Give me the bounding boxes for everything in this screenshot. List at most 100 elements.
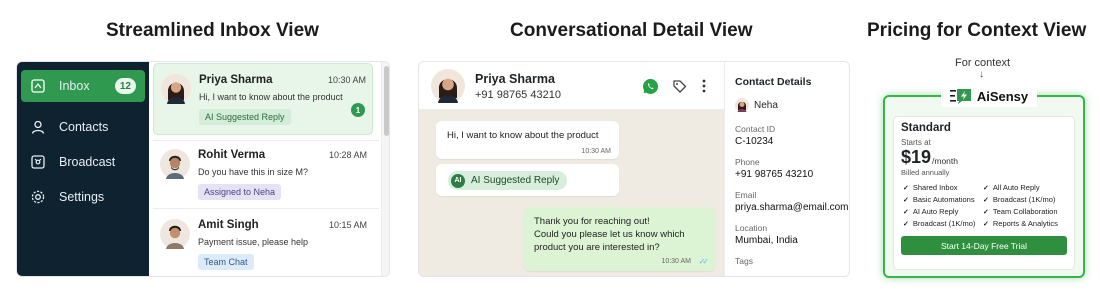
sidebar-item-inbox[interactable]: Inbox 12 bbox=[21, 70, 145, 102]
gear-icon bbox=[30, 189, 46, 205]
ai-suggested-reply-label: AI Suggested Reply bbox=[471, 175, 560, 186]
message-text: Hi, I want to know about the product bbox=[447, 130, 599, 141]
contact-name: Priya Sharma bbox=[199, 74, 273, 86]
check-icon: ✓ bbox=[983, 221, 989, 228]
chat-header: Priya Sharma +91 98765 43210 bbox=[419, 62, 724, 110]
check-icon: ✓ bbox=[983, 209, 989, 216]
sidebar: Inbox 12 Contacts Broadcast Settings bbox=[17, 62, 149, 276]
check-icon: ✓ bbox=[903, 185, 909, 192]
detail-section-title: Conversational Detail View bbox=[510, 20, 753, 41]
message-line: Thank you for reaching out! bbox=[534, 216, 650, 227]
start-trial-button[interactable]: Start 14-Day Free Trial bbox=[901, 236, 1067, 255]
conversation-item-amit[interactable]: Amit Singh 10:15 AM Payment issue, pleas… bbox=[153, 209, 373, 276]
inbox-count-badge: 12 bbox=[114, 78, 136, 94]
contact-name: Amit Singh bbox=[198, 219, 259, 231]
field-value: priya.sharma@email.com bbox=[735, 202, 849, 213]
down-arrow-icon: ↓ bbox=[979, 69, 984, 80]
field-label: Contact ID bbox=[735, 124, 776, 134]
ai-badge-icon: AI bbox=[451, 173, 465, 188]
contact-details-panel: Contact Details Neha Contact ID C-10234 … bbox=[724, 62, 849, 276]
more-options-icon[interactable] bbox=[695, 77, 713, 95]
inbox-panel: Inbox 12 Contacts Broadcast Settings Pri… bbox=[16, 61, 390, 277]
check-icon: ✓ bbox=[983, 197, 989, 204]
message-time: 10:30 AM bbox=[327, 75, 366, 85]
field-value: Mumbai, India bbox=[735, 235, 798, 246]
logo-icon bbox=[949, 89, 971, 104]
message-line: Could you please let us know which bbox=[534, 229, 685, 240]
assignee-name: Neha bbox=[754, 100, 778, 111]
inbox-icon bbox=[30, 78, 46, 94]
price-period: /month bbox=[932, 156, 958, 166]
feature-item: ✓ Reports & Analytics bbox=[983, 219, 1058, 228]
message-time: 10:28 AM bbox=[328, 150, 367, 160]
plan-price: $19 bbox=[901, 147, 932, 167]
scrollbar-thumb[interactable] bbox=[384, 66, 389, 136]
avatar bbox=[160, 219, 190, 249]
chat-contact-name: Priya Sharma bbox=[475, 72, 555, 86]
plan-name: Standard bbox=[901, 122, 951, 134]
team-chat-tag: Team Chat bbox=[198, 254, 254, 270]
message-preview: Do you have this in size M? bbox=[198, 167, 309, 177]
broadcast-icon bbox=[30, 154, 46, 170]
assignment-tag: Assigned to Neha bbox=[198, 184, 282, 200]
field-value: C-10234 bbox=[735, 136, 774, 147]
message-line: product you are interested in? bbox=[534, 242, 660, 253]
sidebar-item-label: Settings bbox=[59, 190, 105, 204]
message-preview: Hi, I want to know about the product bbox=[199, 92, 343, 102]
feature-item: ✓ Shared Inbox bbox=[903, 183, 958, 192]
check-icon: ✓ bbox=[903, 197, 909, 204]
feature-item: ✓ AI Auto Reply bbox=[903, 207, 959, 216]
tag-icon[interactable] bbox=[670, 77, 688, 95]
message-time: 10:30 AM bbox=[661, 258, 691, 265]
whatsapp-icon[interactable] bbox=[641, 77, 659, 95]
field-label: Phone bbox=[735, 157, 760, 167]
sidebar-item-label: Contacts bbox=[59, 120, 109, 134]
field-label: Tags bbox=[735, 256, 753, 266]
starts-at-label: Starts at bbox=[901, 138, 931, 147]
conversation-item-rohit[interactable]: Rohit Verma 10:28 AM Do you have this in… bbox=[153, 139, 373, 205]
feature-item: ✓ All Auto Reply bbox=[983, 183, 1040, 192]
field-value: +91 98765 43210 bbox=[735, 169, 814, 180]
ai-suggested-tag: AI Suggested Reply bbox=[199, 109, 291, 125]
field-label: Location bbox=[735, 223, 768, 233]
contact-name: Rohit Verma bbox=[198, 149, 266, 161]
field-label: Email bbox=[735, 190, 757, 200]
feature-item: ✓ Broadcast (1K/mo) bbox=[903, 219, 976, 228]
sidebar-item-contacts[interactable]: Contacts bbox=[21, 111, 145, 143]
chat-contact-phone: +91 98765 43210 bbox=[475, 89, 561, 101]
pricing-plan-card: Standard Starts at $19 /month Billed ann… bbox=[893, 116, 1075, 270]
message-time: 10:30 AM bbox=[581, 148, 611, 155]
sidebar-item-label: Broadcast bbox=[59, 155, 116, 169]
context-label: For context bbox=[955, 57, 1011, 69]
check-icon: ✓ bbox=[983, 185, 989, 192]
unread-badge: 1 bbox=[351, 103, 365, 117]
conversation-item-priya[interactable]: Priya Sharma 10:30 AM Hi, I want to know… bbox=[153, 63, 373, 135]
ai-suggestion-card[interactable]: AI AI Suggested Reply bbox=[436, 164, 619, 196]
feature-item: ✓ Team Collaboration bbox=[983, 207, 1058, 216]
avatar bbox=[431, 69, 465, 103]
pricing-section-title: Pricing for Context View bbox=[867, 20, 1087, 41]
scrollbar[interactable] bbox=[381, 62, 389, 276]
brand-name: AiSensy bbox=[976, 88, 1029, 104]
billing-note: Billed annually bbox=[901, 168, 950, 177]
ai-suggested-reply-chip[interactable]: AI AI Suggested Reply bbox=[448, 171, 568, 190]
avatar bbox=[160, 149, 190, 179]
inbox-section-title: Streamlined Inbox View bbox=[106, 20, 319, 41]
page: Streamlined Inbox View Conversational De… bbox=[0, 0, 1100, 300]
chat-thread: Hi, I want to know about the product 10:… bbox=[419, 110, 724, 276]
avatar bbox=[161, 74, 191, 104]
check-icon: ✓ bbox=[903, 209, 909, 216]
check-icon: ✓ bbox=[903, 221, 909, 228]
message-time: 10:15 AM bbox=[328, 220, 367, 230]
user-icon bbox=[30, 119, 46, 135]
assignee-avatar bbox=[735, 98, 749, 112]
sidebar-item-label: Inbox bbox=[59, 79, 90, 93]
sidebar-item-broadcast[interactable]: Broadcast bbox=[21, 146, 145, 178]
feature-item: ✓ Broadcast (1K/mo) bbox=[983, 195, 1056, 204]
sidebar-item-settings[interactable]: Settings bbox=[21, 181, 145, 213]
read-receipt-icon: ✓✓ bbox=[698, 257, 710, 266]
feature-item: ✓ Basic Automations bbox=[903, 195, 975, 204]
conversation-list: Priya Sharma 10:30 AM Hi, I want to know… bbox=[149, 62, 389, 276]
incoming-message: Hi, I want to know about the product 10:… bbox=[436, 121, 619, 159]
detail-panel: Priya Sharma +91 98765 43210 Hi, I want … bbox=[418, 61, 850, 277]
